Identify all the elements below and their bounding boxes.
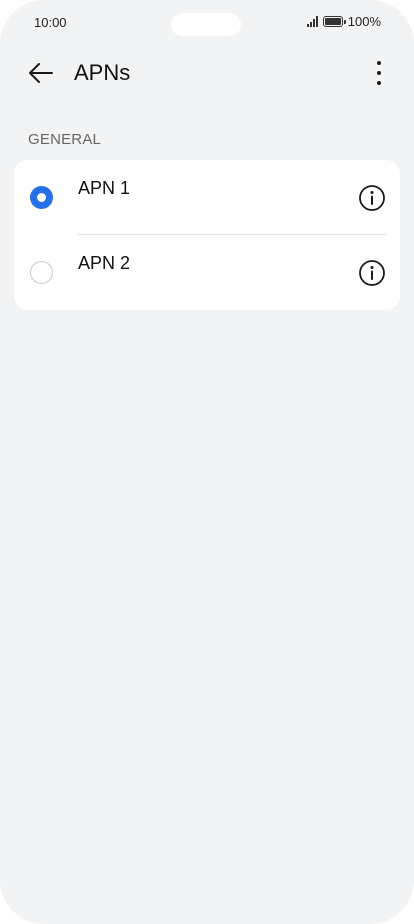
status-bar: 10:00 100% (0, 0, 414, 46)
page-title: APNs (74, 60, 131, 85)
back-button[interactable] (24, 56, 58, 90)
info-icon (359, 260, 385, 286)
apn-radio-unselected[interactable] (30, 261, 53, 284)
more-vertical-icon (377, 61, 381, 85)
apn-name: APN 1 (78, 178, 131, 198)
apn-list-item[interactable]: APN 1 (14, 160, 400, 235)
battery-icon (322, 16, 346, 27)
camera-pill (171, 13, 241, 36)
battery-percentage: 100% (347, 14, 381, 29)
phone-screen: 10:00 100% APNs GENERAL APN 1 APN 2 (0, 0, 414, 924)
apn-list: APN 1 APN 2 (14, 160, 400, 310)
status-time: 10:00 (34, 15, 67, 30)
apn-info-button[interactable] (358, 184, 386, 212)
more-options-button[interactable] (364, 56, 394, 90)
apn-radio-selected[interactable] (30, 186, 53, 209)
apn-list-item[interactable]: APN 2 (14, 235, 400, 310)
status-icons: 100% (306, 14, 381, 29)
info-icon (359, 185, 385, 211)
section-header-general: GENERAL (28, 131, 102, 148)
signal-icon (306, 16, 318, 27)
apn-name: APN 2 (78, 253, 131, 273)
arrow-left-icon (29, 63, 53, 83)
apn-info-button[interactable] (358, 259, 386, 287)
